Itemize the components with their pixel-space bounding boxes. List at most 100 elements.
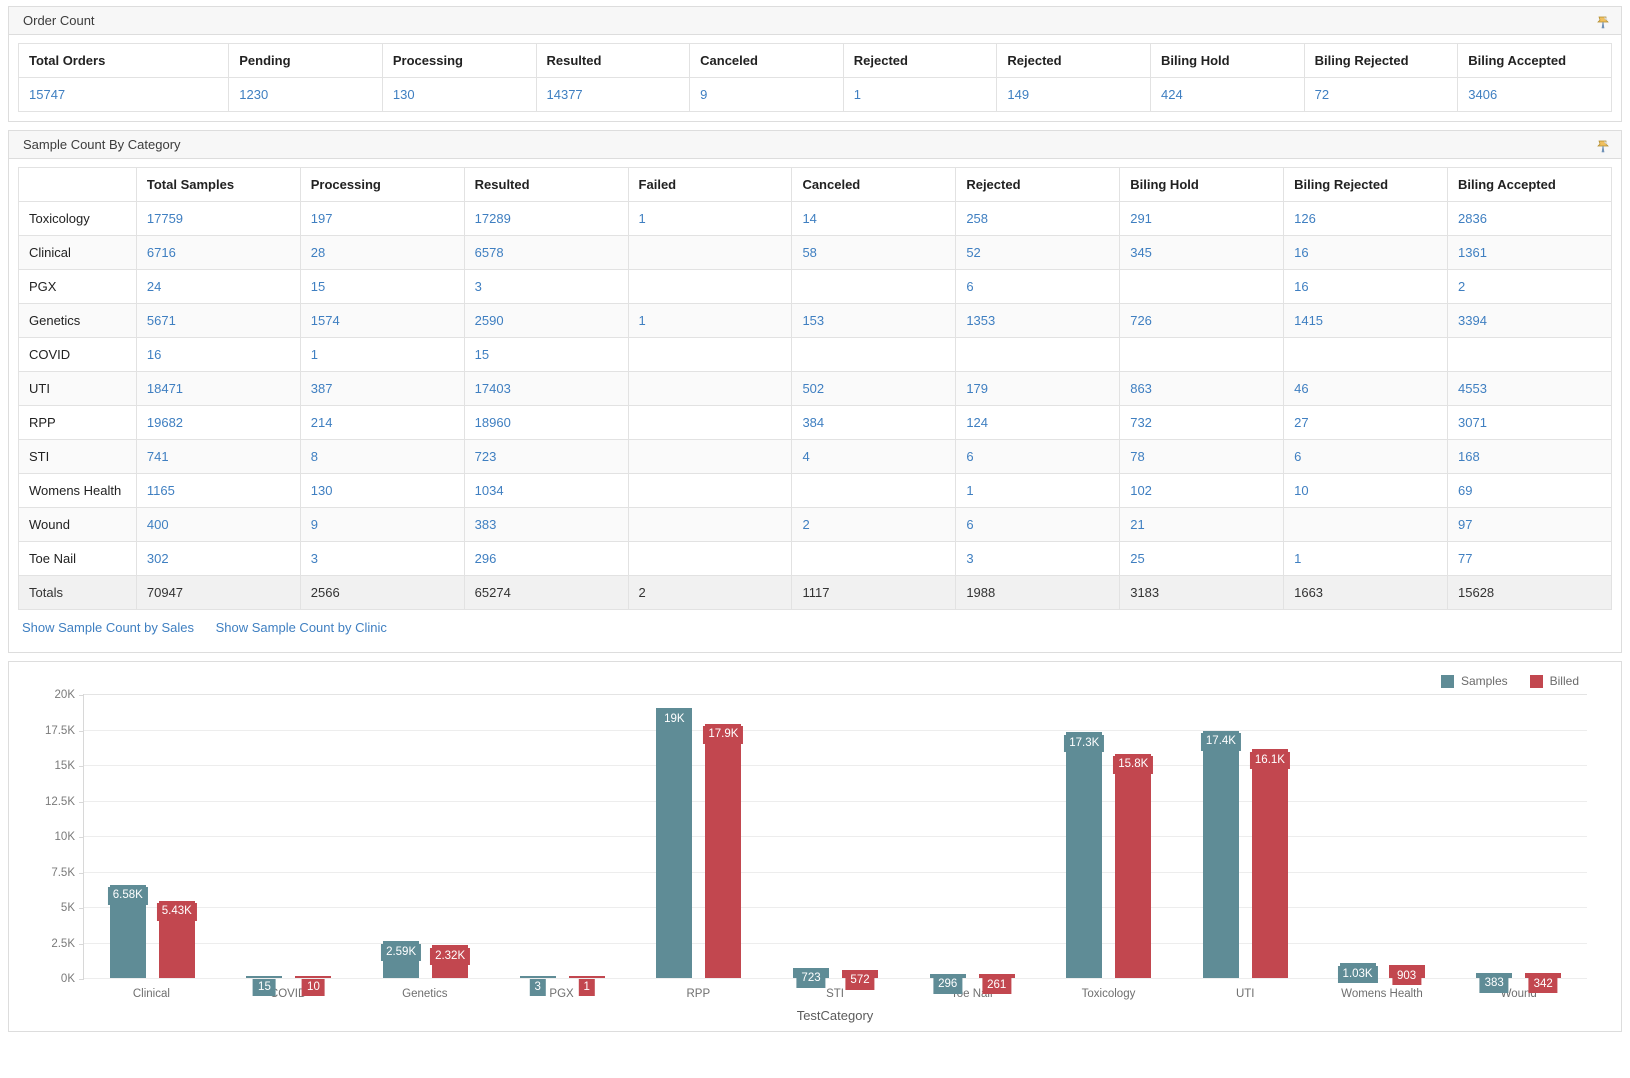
sample-cell[interactable] bbox=[1283, 337, 1448, 372]
sample-cell[interactable]: 78 bbox=[1119, 439, 1285, 474]
sample-cell[interactable]: 1034 bbox=[463, 473, 629, 508]
sample-cell[interactable]: 1353 bbox=[955, 303, 1121, 338]
sample-cell[interactable]: 6 bbox=[1283, 439, 1448, 474]
sample-cell[interactable]: 6 bbox=[955, 269, 1121, 304]
sample-cell[interactable]: 741 bbox=[135, 439, 301, 474]
sample-cell[interactable] bbox=[1283, 507, 1448, 542]
sample-cell[interactable]: 102 bbox=[1119, 473, 1285, 508]
sample-cell[interactable]: 126 bbox=[1283, 201, 1448, 236]
sample-cell[interactable]: 1 bbox=[627, 201, 793, 236]
sample-cell[interactable]: 296 bbox=[463, 541, 629, 576]
sample-cell[interactable]: 1 bbox=[1283, 541, 1448, 576]
sample-cell[interactable]: 168 bbox=[1447, 439, 1612, 474]
sample-cell[interactable]: 1 bbox=[627, 303, 793, 338]
chart-bar[interactable]: 6.58K bbox=[107, 884, 148, 978]
sample-cell[interactable]: 1415 bbox=[1283, 303, 1448, 338]
sample-cell[interactable]: 1 bbox=[955, 473, 1121, 508]
sample-cell[interactable] bbox=[1119, 269, 1285, 304]
sample-cell[interactable]: 153 bbox=[791, 303, 957, 338]
sample-cell[interactable]: 16 bbox=[135, 337, 301, 372]
sample-cell[interactable] bbox=[1447, 337, 1612, 372]
sample-cell[interactable]: 17289 bbox=[463, 201, 629, 236]
chart-bar[interactable]: 572 bbox=[842, 969, 879, 990]
sample-cell[interactable] bbox=[627, 405, 793, 440]
sample-cell[interactable]: 387 bbox=[299, 371, 465, 406]
sample-cell[interactable]: 3394 bbox=[1447, 303, 1612, 338]
chart-bar[interactable]: 15.8K bbox=[1113, 753, 1154, 978]
sample-cell[interactable]: 2 bbox=[791, 507, 957, 542]
order-value-cell[interactable]: 1230 bbox=[228, 77, 383, 112]
sample-cell[interactable] bbox=[791, 541, 957, 576]
sample-cell[interactable]: 15 bbox=[463, 337, 629, 372]
chart-bar[interactable]: 723 bbox=[793, 967, 830, 988]
sample-cell[interactable]: 732 bbox=[1119, 405, 1285, 440]
sample-cell[interactable]: 25 bbox=[1119, 541, 1285, 576]
sample-cell[interactable]: 291 bbox=[1119, 201, 1285, 236]
sample-cell[interactable]: 124 bbox=[955, 405, 1121, 440]
order-value-cell[interactable]: 14377 bbox=[535, 77, 691, 112]
chart-bar[interactable]: 17.4K bbox=[1200, 730, 1241, 978]
sample-cell[interactable]: 197 bbox=[299, 201, 465, 236]
sample-cell[interactable]: 15 bbox=[299, 269, 465, 304]
pushpin-icon[interactable] bbox=[1595, 137, 1611, 153]
chart-bar[interactable]: 903 bbox=[1388, 965, 1425, 986]
sample-cell[interactable] bbox=[791, 337, 957, 372]
sample-cell[interactable]: 9 bbox=[299, 507, 465, 542]
sample-cell[interactable]: 3071 bbox=[1447, 405, 1612, 440]
sample-cell[interactable]: 8 bbox=[299, 439, 465, 474]
chart-bar[interactable]: 2.59K bbox=[381, 941, 422, 978]
chart-bar[interactable]: 19K bbox=[656, 708, 693, 978]
sample-cell[interactable]: 52 bbox=[955, 235, 1121, 270]
sample-cell[interactable]: 2836 bbox=[1447, 201, 1612, 236]
sample-cell[interactable]: 28 bbox=[299, 235, 465, 270]
chart-bar[interactable]: 1 bbox=[568, 976, 605, 996]
sample-cell[interactable] bbox=[791, 269, 957, 304]
sample-cell[interactable]: 17403 bbox=[463, 371, 629, 406]
sample-cell[interactable]: 58 bbox=[791, 235, 957, 270]
sample-cell[interactable]: 16 bbox=[1283, 235, 1448, 270]
sample-cell[interactable]: 18471 bbox=[135, 371, 301, 406]
sample-cell[interactable]: 214 bbox=[299, 405, 465, 440]
sample-cell[interactable]: 10 bbox=[1283, 473, 1448, 508]
sample-cell[interactable]: 17759 bbox=[135, 201, 301, 236]
sample-cell[interactable]: 27 bbox=[1283, 405, 1448, 440]
sample-cell[interactable]: 4 bbox=[791, 439, 957, 474]
sample-cell[interactable]: 2 bbox=[1447, 269, 1612, 304]
chart-bar[interactable]: 3 bbox=[519, 976, 556, 996]
order-value-cell[interactable]: 149 bbox=[996, 77, 1152, 112]
sample-cell[interactable] bbox=[627, 439, 793, 474]
sample-cell[interactable]: 383 bbox=[463, 507, 629, 542]
sample-cell[interactable]: 5671 bbox=[135, 303, 301, 338]
order-value-cell[interactable]: 9 bbox=[689, 77, 844, 112]
sample-cell[interactable]: 1 bbox=[299, 337, 465, 372]
sample-cell[interactable] bbox=[1119, 337, 1285, 372]
sample-cell[interactable]: 1361 bbox=[1447, 235, 1612, 270]
sample-cell[interactable]: 6716 bbox=[135, 235, 301, 270]
order-value-cell[interactable]: 15747 bbox=[17, 77, 230, 112]
sample-cell[interactable]: 179 bbox=[955, 371, 1121, 406]
sample-cell[interactable]: 21 bbox=[1119, 507, 1285, 542]
legend-item-billed[interactable]: Billed bbox=[1529, 674, 1579, 688]
sample-cell[interactable]: 6 bbox=[955, 439, 1121, 474]
sample-cell[interactable]: 2590 bbox=[463, 303, 629, 338]
show-sample-count-by-sales-link[interactable]: Show Sample Count by Sales bbox=[22, 620, 194, 635]
sample-cell[interactable]: 3 bbox=[299, 541, 465, 576]
sample-cell[interactable] bbox=[627, 371, 793, 406]
sample-cell[interactable]: 69 bbox=[1447, 473, 1612, 508]
sample-cell[interactable]: 24 bbox=[135, 269, 301, 304]
pushpin-icon[interactable] bbox=[1595, 13, 1611, 29]
sample-cell[interactable]: 16 bbox=[1283, 269, 1448, 304]
sample-cell[interactable]: 1574 bbox=[299, 303, 465, 338]
sample-cell[interactable]: 3 bbox=[955, 541, 1121, 576]
sample-cell[interactable] bbox=[627, 473, 793, 508]
chart-bar[interactable]: 342 bbox=[1525, 973, 1562, 994]
sample-cell[interactable]: 19682 bbox=[135, 405, 301, 440]
sample-cell[interactable]: 130 bbox=[299, 473, 465, 508]
order-value-cell[interactable]: 1 bbox=[842, 77, 998, 112]
chart-bar[interactable]: 17.3K bbox=[1064, 732, 1105, 978]
sample-cell[interactable]: 502 bbox=[791, 371, 957, 406]
chart-bar[interactable]: 296 bbox=[929, 973, 966, 994]
sample-cell[interactable] bbox=[627, 507, 793, 542]
sample-cell[interactable]: 77 bbox=[1447, 541, 1612, 576]
sample-cell[interactable] bbox=[627, 269, 793, 304]
